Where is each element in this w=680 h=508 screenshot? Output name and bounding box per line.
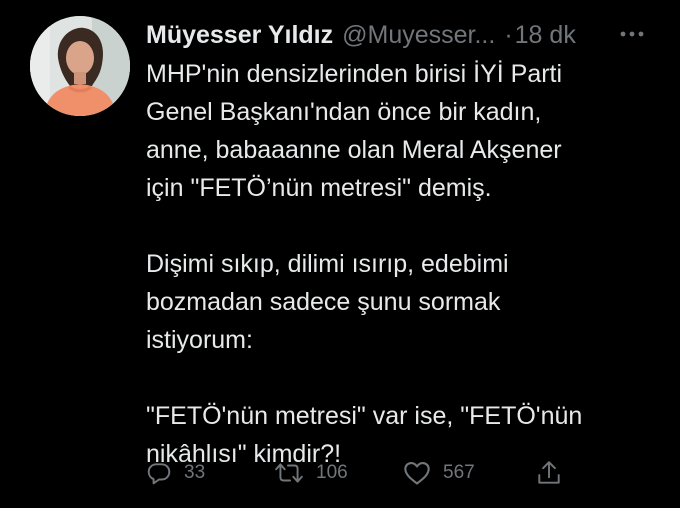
tweet-paragraph-2: Dişimi sıkıp, dilimi ısırıp, edebimi boz…: [146, 250, 509, 354]
tweet-actions: 33 106 567: [146, 456, 576, 490]
like-button[interactable]: 567: [403, 456, 475, 490]
reply-icon: [147, 463, 171, 485]
retweet-count: 106: [316, 462, 348, 483]
author-display-name[interactable]: Müyesser Yıldız: [146, 21, 333, 50]
reply-count: 33: [184, 462, 206, 483]
share-button[interactable]: [536, 456, 562, 490]
tweet-header: Müyesser Yıldız @Muyesser... · 18 dk: [146, 18, 666, 52]
separator-dot: ·: [504, 20, 513, 49]
author-handle[interactable]: @Muyesser...: [342, 21, 495, 50]
profile-photo-icon: [30, 16, 130, 116]
like-count: 567: [443, 462, 475, 483]
tweet-text: MHP'nin densizlerinden birisi İYİ Parti …: [146, 55, 666, 473]
tweet-paragraph-1: MHP'nin densizlerinden birisi İYİ Parti …: [146, 60, 563, 202]
heart-icon: [404, 462, 430, 485]
tweet-timestamp[interactable]: 18 dk: [515, 21, 576, 50]
avatar[interactable]: [30, 16, 130, 116]
tweet[interactable]: Müyesser Yıldız @Muyesser... · 18 dk MHP…: [0, 0, 680, 508]
retweet-button[interactable]: 106: [274, 456, 348, 490]
share-icon: [538, 461, 560, 484]
retweet-icon: [275, 463, 303, 483]
ellipsis-icon[interactable]: [612, 20, 652, 48]
reply-button[interactable]: 33: [146, 456, 205, 490]
